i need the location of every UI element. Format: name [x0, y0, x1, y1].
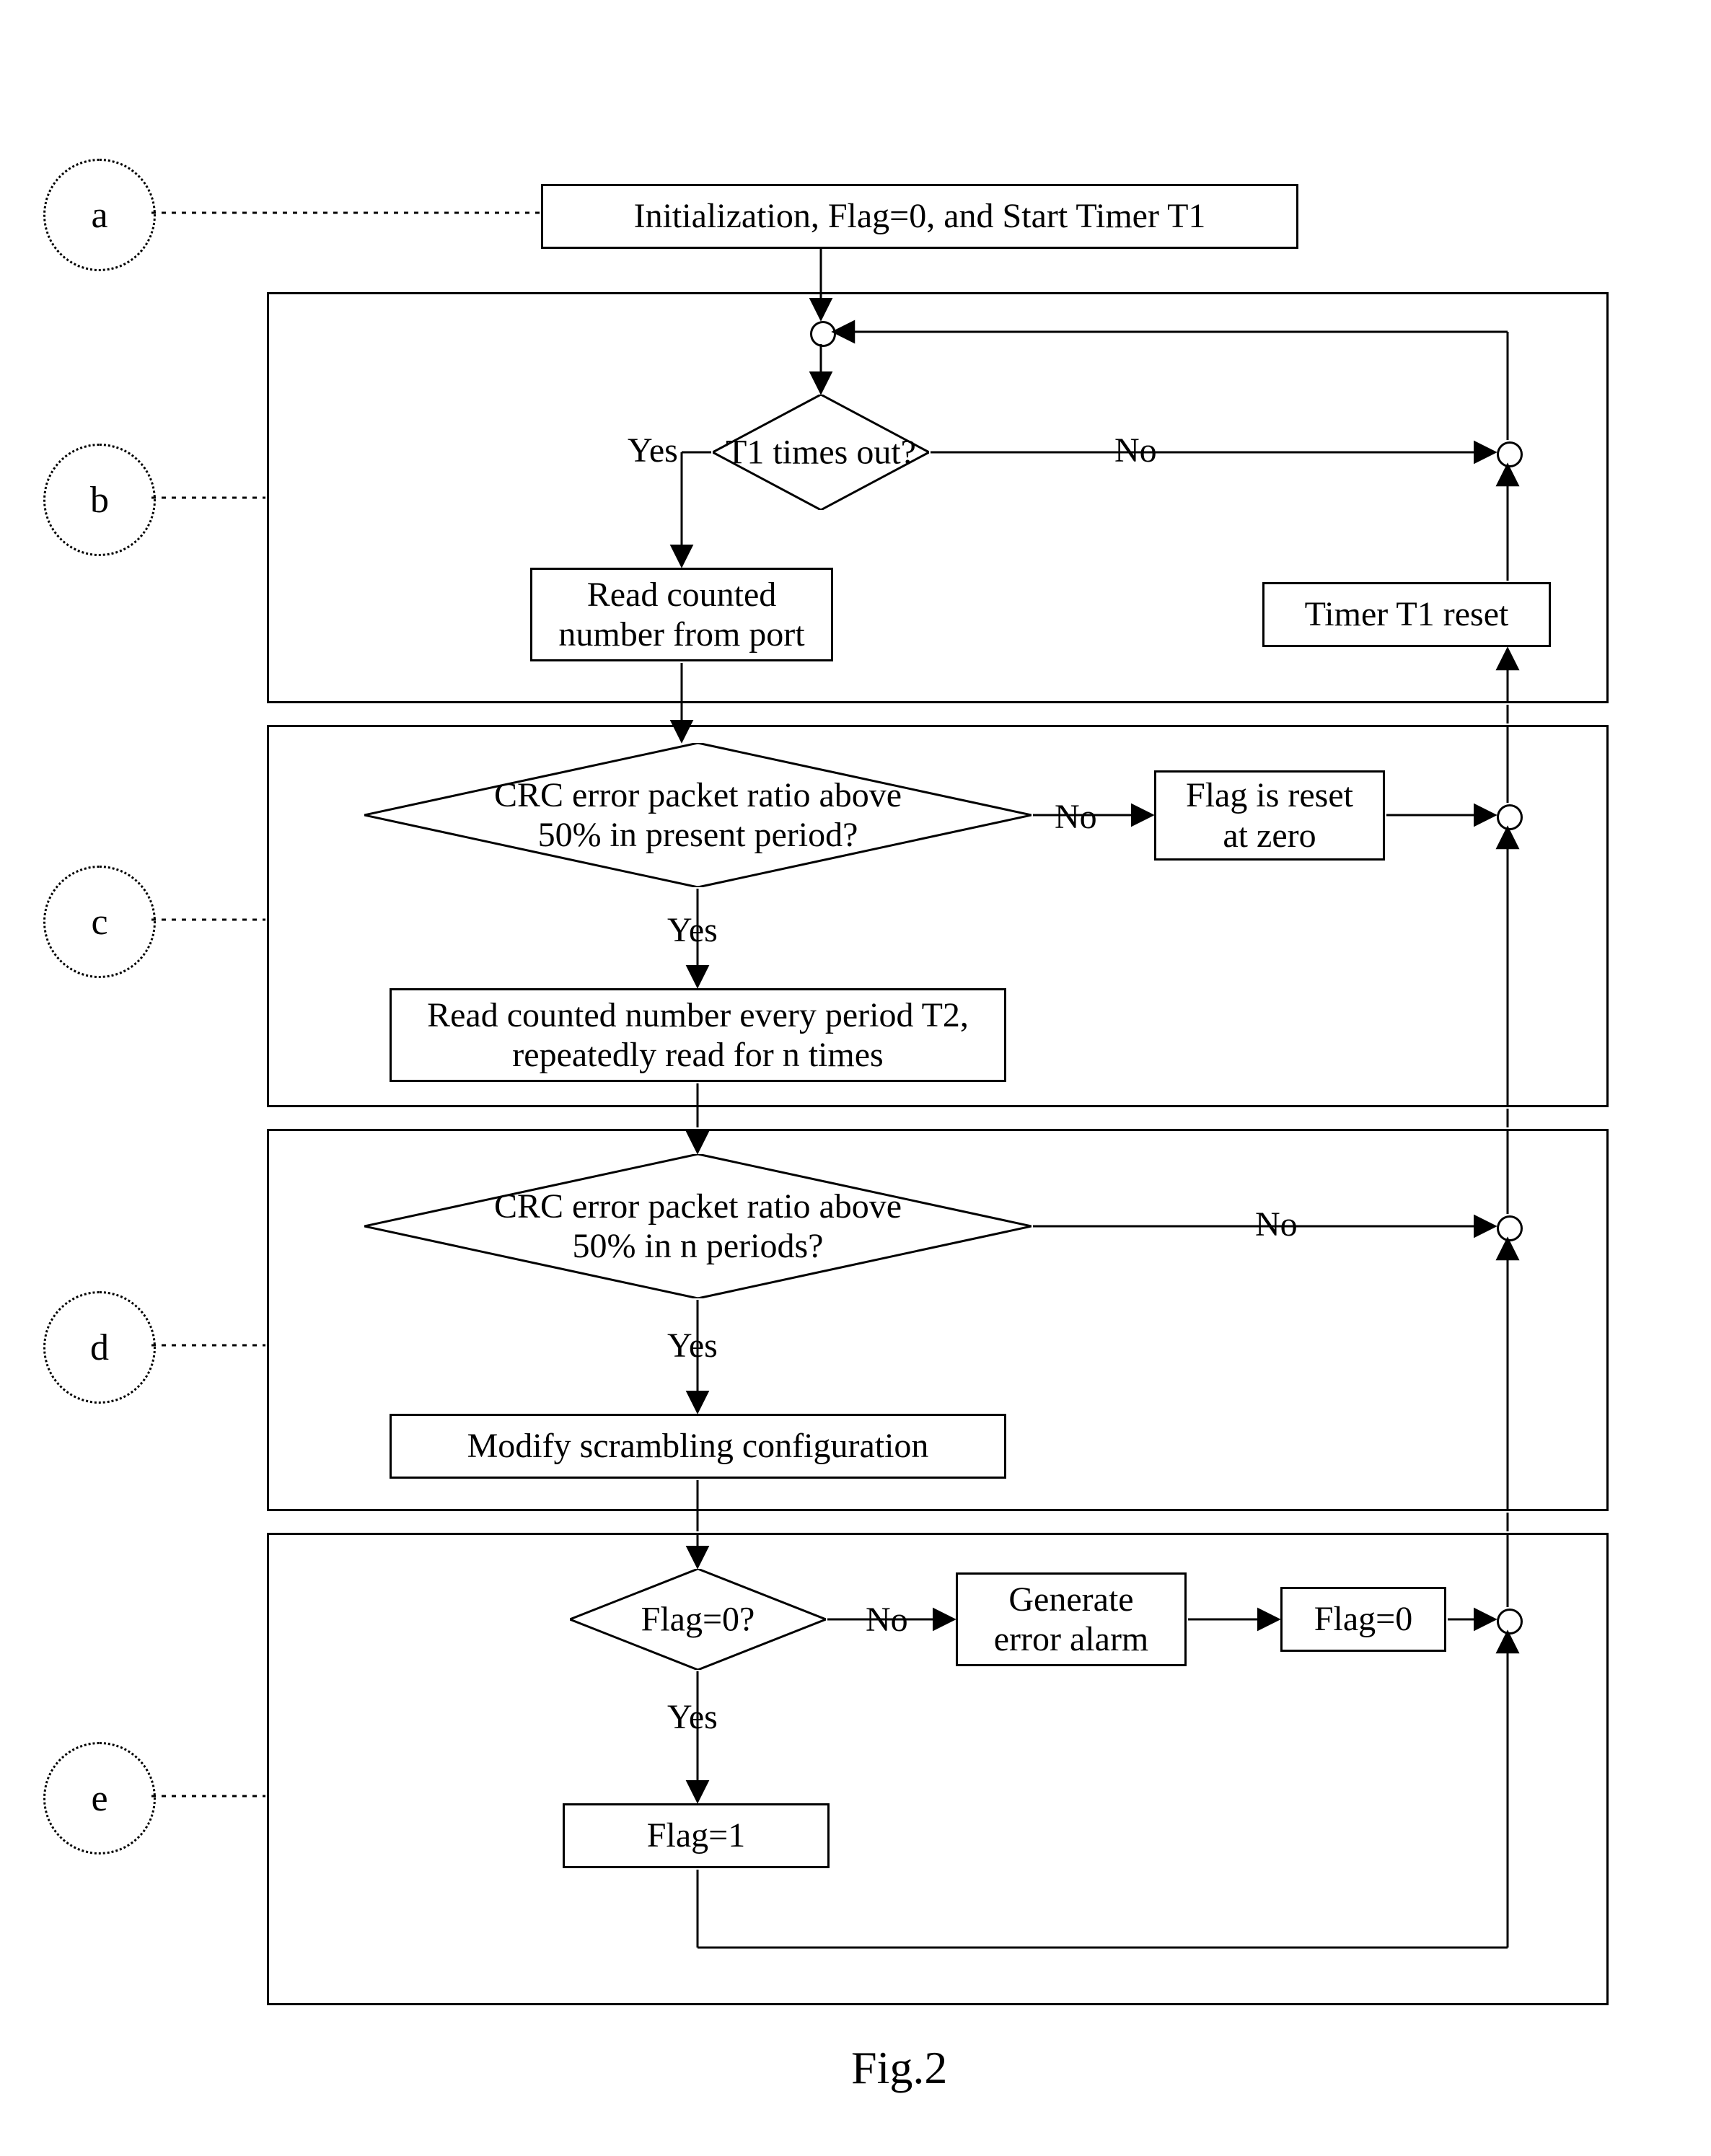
flag-zero-text: Flag=0? — [563, 1599, 833, 1639]
label-no-flag: No — [866, 1600, 908, 1640]
crc-n-periods-diamond: CRC error packet ratio above 50% in n pe… — [364, 1154, 1032, 1298]
t1-timeout-text: T1 times out? — [705, 432, 936, 472]
merge-circle-top — [810, 321, 836, 347]
flag-reset-zero-box: Flag is reset at zero — [1154, 770, 1385, 861]
gen-alarm-text: Generate error alarm — [972, 1580, 1170, 1659]
stage-letter-e-text: e — [91, 1777, 107, 1820]
set-flag-one-text: Flag=1 — [647, 1816, 745, 1855]
crc-n-periods-text: CRC error packet ratio above 50% in n pe… — [475, 1187, 922, 1266]
stage-letter-c: c — [43, 866, 156, 978]
stage-letter-a-text: a — [91, 194, 107, 237]
figure-caption: Fig.2 — [851, 2041, 947, 2095]
label-yes-crc-present: Yes — [667, 910, 718, 950]
read-periods-box: Read counted number every period T2, rep… — [390, 988, 1006, 1082]
stage-letter-d-text: d — [90, 1326, 109, 1369]
flag-zero-diamond: Flag=0? — [570, 1569, 826, 1670]
gen-alarm-box: Generate error alarm — [956, 1572, 1187, 1666]
label-no-crc-n: No — [1255, 1205, 1298, 1244]
stage-letter-c-text: c — [91, 901, 107, 943]
read-port-text: Read counted number from port — [547, 575, 817, 654]
merge-circle-e-right — [1497, 1609, 1523, 1634]
flowchart-canvas: a b c d e Initialization, Flag=0, and St… — [0, 0, 1711, 2156]
modify-scrambling-box: Modify scrambling configuration — [390, 1414, 1006, 1479]
label-no-crc-present: No — [1055, 797, 1097, 837]
label-yes-t1: Yes — [628, 431, 678, 470]
label-yes-crc-n: Yes — [667, 1326, 718, 1365]
set-flag-zero-text: Flag=0 — [1314, 1599, 1412, 1639]
merge-circle-b-right — [1497, 441, 1523, 467]
read-periods-text: Read counted number every period T2, rep… — [406, 995, 990, 1075]
set-flag-one-box: Flag=1 — [563, 1803, 830, 1868]
merge-circle-c-right — [1497, 804, 1523, 830]
stage-letter-b-text: b — [90, 479, 109, 522]
stage-letter-a: a — [43, 159, 156, 271]
stage-letter-e: e — [43, 1742, 156, 1854]
read-port-box: Read counted number from port — [530, 568, 833, 661]
init-box: Initialization, Flag=0, and Start Timer … — [541, 184, 1298, 249]
t1-timeout-diamond: T1 times out? — [713, 395, 929, 510]
stage-letter-d: d — [43, 1291, 156, 1404]
init-text: Initialization, Flag=0, and Start Timer … — [634, 196, 1206, 236]
label-no-t1: No — [1114, 431, 1157, 470]
set-flag-zero-box: Flag=0 — [1280, 1587, 1446, 1652]
timer-reset-box: Timer T1 reset — [1262, 582, 1551, 647]
timer-reset-text: Timer T1 reset — [1305, 594, 1509, 634]
flag-reset-zero-text: Flag is reset at zero — [1171, 775, 1368, 855]
label-yes-flag: Yes — [667, 1697, 718, 1737]
modify-scrambling-text: Modify scrambling configuration — [467, 1426, 929, 1466]
crc-present-text: CRC error packet ratio above 50% in pres… — [460, 775, 936, 855]
stage-letter-b: b — [43, 444, 156, 556]
crc-present-diamond: CRC error packet ratio above 50% in pres… — [364, 743, 1032, 887]
merge-circle-d-right — [1497, 1215, 1523, 1241]
